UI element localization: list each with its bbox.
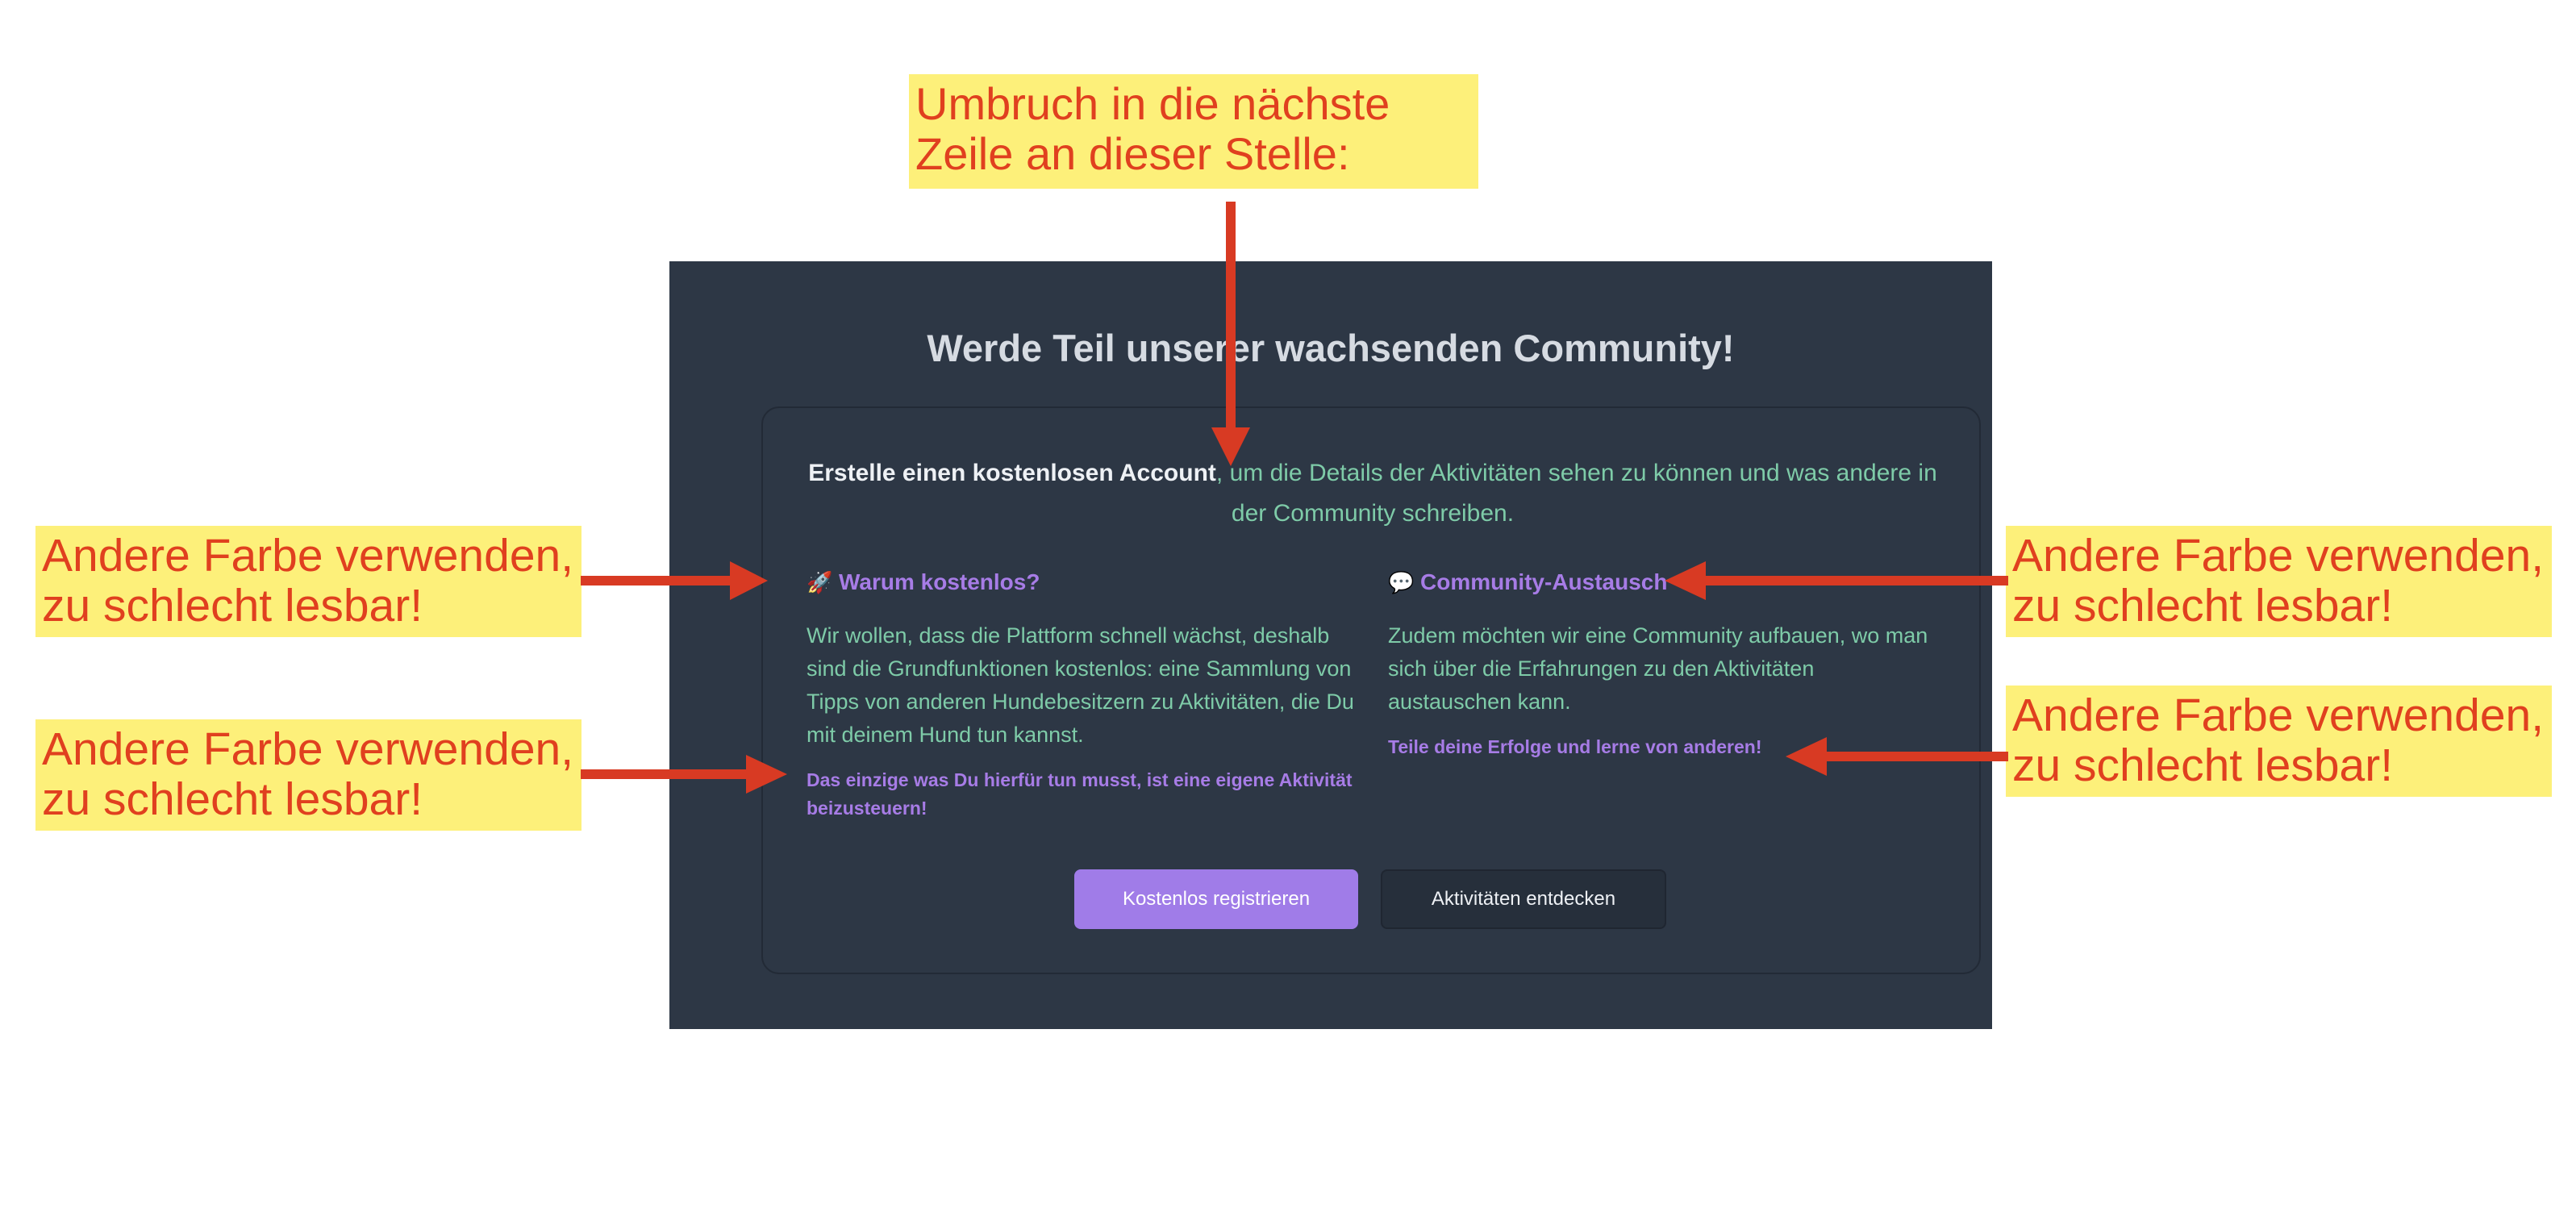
arrow-right-2-head <box>1786 737 1827 776</box>
arrow-down <box>1226 202 1236 431</box>
arrow-right-2 <box>1823 752 2008 761</box>
arrow-left-1-head <box>730 561 768 600</box>
arrow-left-1 <box>581 576 734 585</box>
arrow-left-2 <box>581 769 750 779</box>
annotation-arrows <box>581 202 2008 794</box>
arrow-right-1 <box>1702 576 2008 585</box>
arrow-left-2-head <box>746 755 787 794</box>
arrow-right-1-head <box>1665 561 1706 600</box>
arrow-down-head <box>1211 427 1250 466</box>
